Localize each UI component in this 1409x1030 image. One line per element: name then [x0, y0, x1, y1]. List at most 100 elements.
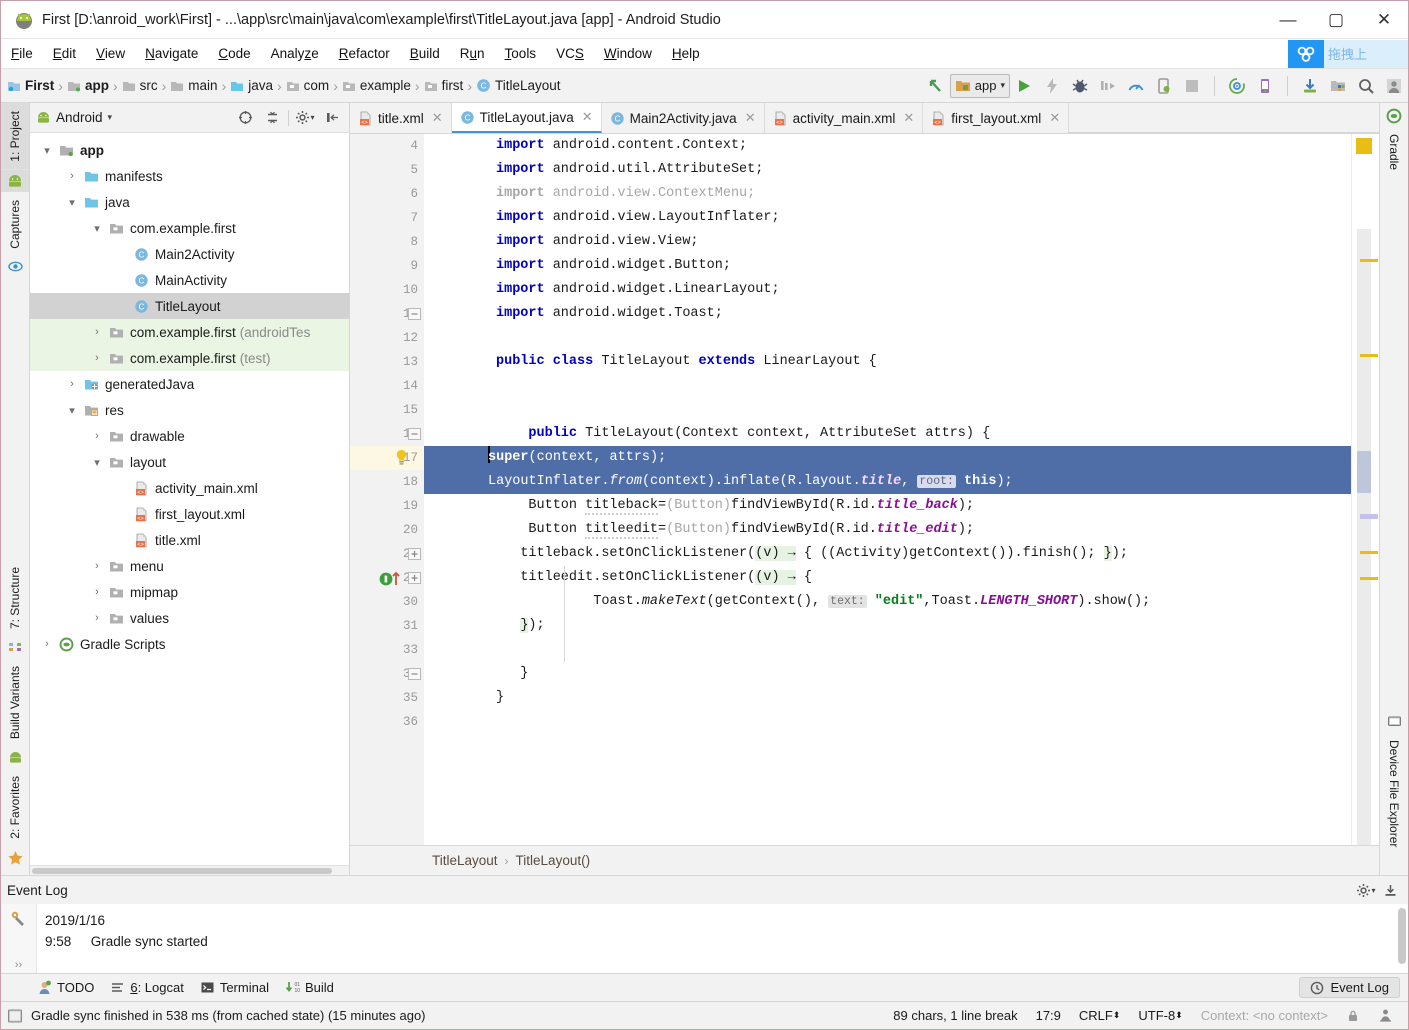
line-number[interactable]: 36: [350, 710, 424, 734]
close-button[interactable]: ✕: [1360, 1, 1408, 38]
line-number[interactable]: 5: [350, 158, 424, 182]
hide-panel-icon[interactable]: [321, 107, 343, 129]
project-tree[interactable]: ▾ app › manifests ▾ java ▾ com.example.first C Ma…: [30, 133, 349, 865]
tree-node-gradle-scripts[interactable]: › Gradle Scripts: [30, 631, 349, 657]
tree-node-com-example-first[interactable]: › com.example.first (test): [30, 345, 349, 371]
line-number[interactable]: 12: [350, 326, 424, 350]
line-number[interactable]: 16: [350, 422, 424, 446]
maximize-button[interactable]: ▢: [1312, 1, 1360, 38]
profiler-icon[interactable]: [1122, 73, 1150, 99]
line-number[interactable]: 21: [350, 542, 424, 566]
editor-scrollbar-track[interactable]: [1357, 229, 1378, 845]
marker-warning-4[interactable]: [1360, 577, 1378, 580]
chevron-right-icon[interactable]: ›: [88, 430, 106, 442]
close-icon[interactable]: ✕: [1049, 110, 1060, 126]
line-number[interactable]: 6: [350, 182, 424, 206]
editor-tab-titlelayout-java[interactable]: C TitleLayout.java ✕: [451, 103, 602, 133]
close-icon[interactable]: ✕: [903, 110, 914, 126]
tree-node-main2activity[interactable]: C Main2Activity: [30, 241, 349, 267]
code-line[interactable]: [424, 710, 1351, 734]
avd-manager-icon[interactable]: [1251, 73, 1279, 99]
menu-file[interactable]: File: [1, 44, 43, 63]
chevron-down-icon[interactable]: ▾: [88, 456, 106, 469]
plugin-badge-icon[interactable]: [1288, 39, 1324, 68]
line-number[interactable]: 20: [350, 518, 424, 542]
menu-run[interactable]: Run: [450, 44, 495, 63]
tree-node-first-layout-xml[interactable]: <> first_layout.xml: [30, 501, 349, 527]
menu-analyze[interactable]: Analyze: [261, 44, 329, 63]
line-number[interactable]: 27: [350, 566, 424, 590]
line-number[interactable]: 19: [350, 494, 424, 518]
tool-window-logcat[interactable]: 6: Logcat: [110, 980, 184, 995]
code-line[interactable]: import android.util.AttributeSet;: [424, 158, 1351, 182]
marker-warning-3[interactable]: [1360, 551, 1378, 554]
code-line[interactable]: LayoutInflater.from(context).inflate(R.l…: [424, 470, 1351, 494]
breadcrumb-class[interactable]: TitleLayout: [432, 853, 498, 868]
code-line[interactable]: super(context, attrs);: [424, 446, 1351, 470]
tool-window-device-file-explorer[interactable]: Device File Explorer: [1380, 732, 1408, 855]
line-number[interactable]: 11: [350, 302, 424, 326]
tool-window-project[interactable]: 1: Project: [1, 103, 29, 170]
sdk-manager-icon[interactable]: [1296, 73, 1324, 99]
tool-window-terminal[interactable]: Terminal: [200, 980, 269, 995]
search-icon[interactable]: [1352, 73, 1380, 99]
back-arrow-icon[interactable]: [922, 73, 950, 99]
line-number[interactable]: 35: [350, 686, 424, 710]
chevron-right-icon[interactable]: ›: [88, 612, 106, 624]
line-number[interactable]: 18: [350, 470, 424, 494]
line-number[interactable]: 17: [350, 446, 424, 470]
marker-warning-1[interactable]: [1360, 259, 1378, 262]
marker-changed[interactable]: [1360, 514, 1378, 519]
status-line-separator[interactable]: CRLF⬍: [1070, 1008, 1130, 1023]
lock-icon[interactable]: [1337, 1009, 1369, 1023]
sdk-sync-icon[interactable]: [1223, 73, 1251, 99]
breadcrumb-method[interactable]: TitleLayout(): [516, 853, 591, 868]
event-log-button[interactable]: Event Log: [1299, 977, 1400, 998]
line-number-gutter[interactable]: 4567891011121314151617181920212730313334…: [350, 134, 424, 845]
breadcrumb-item-titlelayout[interactable]: TitleLayout: [495, 78, 561, 93]
target-icon[interactable]: [234, 107, 256, 129]
close-icon[interactable]: ✕: [432, 110, 443, 126]
tree-node-drawable[interactable]: › drawable: [30, 423, 349, 449]
line-number[interactable]: 15: [350, 398, 424, 422]
tree-node-layout[interactable]: ▾ layout: [30, 449, 349, 475]
chevron-right-icon[interactable]: ›: [63, 378, 81, 390]
fold-collapse-icon[interactable]: [408, 668, 421, 680]
lightbulb-icon[interactable]: [394, 449, 409, 467]
event-log-expand[interactable]: ››: [15, 959, 22, 973]
tree-node-com-example-first[interactable]: › com.example.first (androidTes: [30, 319, 349, 345]
editor-tab-title-xml[interactable]: <> title.xml ✕: [350, 103, 452, 133]
chevron-down-icon[interactable]: ▾: [63, 196, 81, 209]
chevron-right-icon[interactable]: ›: [63, 170, 81, 182]
profile-run-icon[interactable]: [1094, 73, 1122, 99]
code-line[interactable]: [424, 326, 1351, 350]
line-number[interactable]: 10: [350, 278, 424, 302]
run-icon[interactable]: [1010, 73, 1038, 99]
tool-window-captures[interactable]: Captures: [1, 192, 29, 257]
chevron-right-icon[interactable]: ›: [38, 638, 56, 650]
breadcrumb-item-com[interactable]: com: [304, 78, 330, 93]
code-line[interactable]: import android.widget.LinearLayout;: [424, 278, 1351, 302]
menu-vcs[interactable]: VCS: [546, 44, 594, 63]
settings-gear-icon[interactable]: ▾: [294, 107, 316, 129]
apply-changes-icon[interactable]: [1038, 73, 1066, 99]
code-line[interactable]: import android.widget.Toast;: [424, 302, 1351, 326]
chevron-down-icon[interactable]: ▾: [88, 222, 106, 235]
tool-window-build-variants[interactable]: Build Variants: [1, 658, 29, 747]
fold-expand-icon[interactable]: [408, 548, 421, 560]
code-line[interactable]: import android.content.Context;: [424, 134, 1351, 158]
tree-node-app[interactable]: ▾ app: [30, 137, 349, 163]
tree-node-com-example-first[interactable]: ▾ com.example.first: [30, 215, 349, 241]
project-structure-icon[interactable]: [1324, 73, 1352, 99]
plugin-label[interactable]: 拖拽上: [1324, 39, 1408, 68]
menu-view[interactable]: View: [86, 44, 135, 63]
code-line[interactable]: import android.view.LayoutInflater;: [424, 206, 1351, 230]
tree-node-manifests[interactable]: › manifests: [30, 163, 349, 189]
code-line[interactable]: public TitleLayout(Context context, Attr…: [424, 422, 1351, 446]
tool-window-favorites[interactable]: 2: Favorites: [1, 768, 29, 847]
menu-window[interactable]: Window: [594, 44, 662, 63]
chevron-right-icon[interactable]: ›: [88, 560, 106, 572]
tool-window-gradle[interactable]: Gradle: [1380, 126, 1408, 178]
event-log-scrollbar[interactable]: [1396, 904, 1408, 973]
close-icon[interactable]: ✕: [745, 110, 756, 126]
